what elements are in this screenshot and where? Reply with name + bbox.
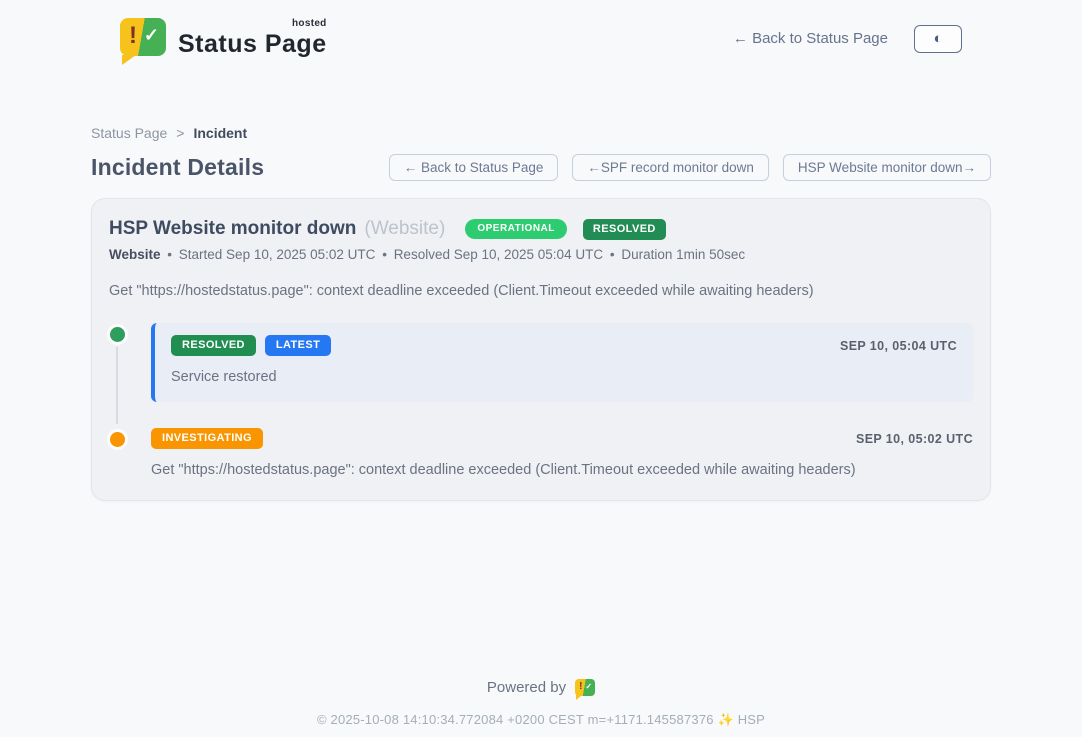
breadcrumb-incident: Incident — [193, 125, 247, 141]
timeline-item-resolved: RESOLVED LATEST SEP 10, 05:04 UTC Servic… — [109, 323, 973, 402]
meta-bullet: • — [382, 247, 387, 262]
breadcrumb-separator: > — [176, 125, 184, 141]
page-title: Incident Details — [91, 154, 264, 181]
half-circle-icon: ◐ — [933, 31, 942, 46]
meta-bullet: • — [167, 247, 172, 262]
timeline-badges: INVESTIGATING — [151, 428, 263, 449]
timeline-dot-orange — [110, 432, 125, 447]
operational-badge: OPERATIONAL — [465, 219, 567, 239]
brand-name: Status Page — [178, 30, 327, 58]
timeline-dot-green — [110, 327, 125, 342]
incident-nav-buttons: ← Back to Status Page ←SPF record monito… — [389, 154, 991, 181]
incident-title: HSP Website monitor down — [109, 218, 356, 240]
meta-component: Website — [109, 247, 161, 262]
incident-title-row: HSP Website monitor down (Website) OPERA… — [109, 218, 973, 240]
timeline-entry-head: RESOLVED LATEST SEP 10, 05:04 UTC — [171, 335, 957, 356]
timeline-entry-head: INVESTIGATING SEP 10, 05:02 UTC — [151, 428, 973, 449]
timeline-entry-plain: INVESTIGATING SEP 10, 05:02 UTC Get "htt… — [151, 428, 973, 478]
timeline-entry-box: RESOLVED LATEST SEP 10, 05:04 UTC Servic… — [151, 323, 973, 402]
powered-by-label: Powered by — [487, 679, 566, 696]
prev-incident-button[interactable]: ←SPF record monitor down — [572, 154, 769, 181]
incident-component: (Website) — [364, 218, 445, 240]
timeline-message: Get "https://hostedstatus.page": context… — [151, 462, 973, 478]
breadcrumb: Status Page > Incident — [91, 125, 991, 141]
breadcrumb-status-page[interactable]: Status Page — [91, 125, 167, 141]
timeline-message: Service restored — [171, 369, 957, 385]
timeline-timestamp: SEP 10, 05:02 UTC — [856, 432, 973, 446]
meta-duration: Duration 1min 50sec — [621, 247, 745, 262]
resolved-status-badge: RESOLVED — [171, 335, 256, 356]
timeline-badges: RESOLVED LATEST — [171, 335, 331, 356]
brand-text: hosted Status Page — [178, 18, 327, 59]
meta-resolved: Resolved Sep 10, 2025 05:04 UTC — [394, 247, 603, 262]
theme-toggle-button[interactable]: ◐ — [914, 25, 962, 53]
resolved-badge: RESOLVED — [583, 219, 666, 240]
header-right: ← Back to Status Page ◐ — [733, 25, 962, 53]
incident-card: HSP Website monitor down (Website) OPERA… — [91, 198, 991, 501]
back-to-status-page-button[interactable]: ← Back to Status Page — [389, 154, 559, 181]
timeline-timestamp: SEP 10, 05:04 UTC — [840, 339, 957, 353]
powered-by: Powered by ! ✓ — [487, 679, 595, 696]
timeline-connector — [116, 347, 118, 424]
status-bubble-icon-small[interactable]: ! ✓ — [575, 679, 595, 696]
main-content: Status Page > Incident Incident Details … — [91, 125, 991, 728]
incident-timeline: RESOLVED LATEST SEP 10, 05:04 UTC Servic… — [109, 323, 973, 478]
meta-started: Started Sep 10, 2025 05:02 UTC — [179, 247, 376, 262]
status-page-logo[interactable]: ! ✓ hosted Status Page — [120, 18, 327, 59]
exclamation-glyph: ! — [579, 681, 582, 692]
header-back-link[interactable]: ← Back to Status Page — [733, 30, 888, 47]
next-incident-button[interactable]: HSP Website monitor down→ — [783, 154, 991, 181]
title-row: Incident Details ← Back to Status Page ←… — [91, 154, 991, 181]
status-bubble-icon: ! ✓ — [120, 18, 166, 56]
meta-bullet: • — [610, 247, 615, 262]
timeline-item-investigating: INVESTIGATING SEP 10, 05:02 UTC Get "htt… — [109, 428, 973, 478]
header: ! ✓ hosted Status Page ← Back to Status … — [0, 0, 1082, 59]
investigating-status-badge: INVESTIGATING — [151, 428, 263, 449]
incident-description: Get "https://hostedstatus.page": context… — [109, 283, 973, 299]
incident-meta: Website • Started Sep 10, 2025 05:02 UTC… — [109, 247, 973, 262]
latest-status-badge: LATEST — [265, 335, 331, 356]
footer: Powered by ! ✓ © 2025-10-08 14:10:34.772… — [91, 679, 991, 728]
checkmark-glyph: ✓ — [144, 25, 159, 46]
checkmark-glyph: ✓ — [585, 682, 592, 691]
hosted-label: hosted — [292, 18, 327, 29]
exclamation-glyph: ! — [129, 22, 137, 50]
copyright-text: © 2025-10-08 14:10:34.772084 +0200 CEST … — [91, 712, 991, 728]
